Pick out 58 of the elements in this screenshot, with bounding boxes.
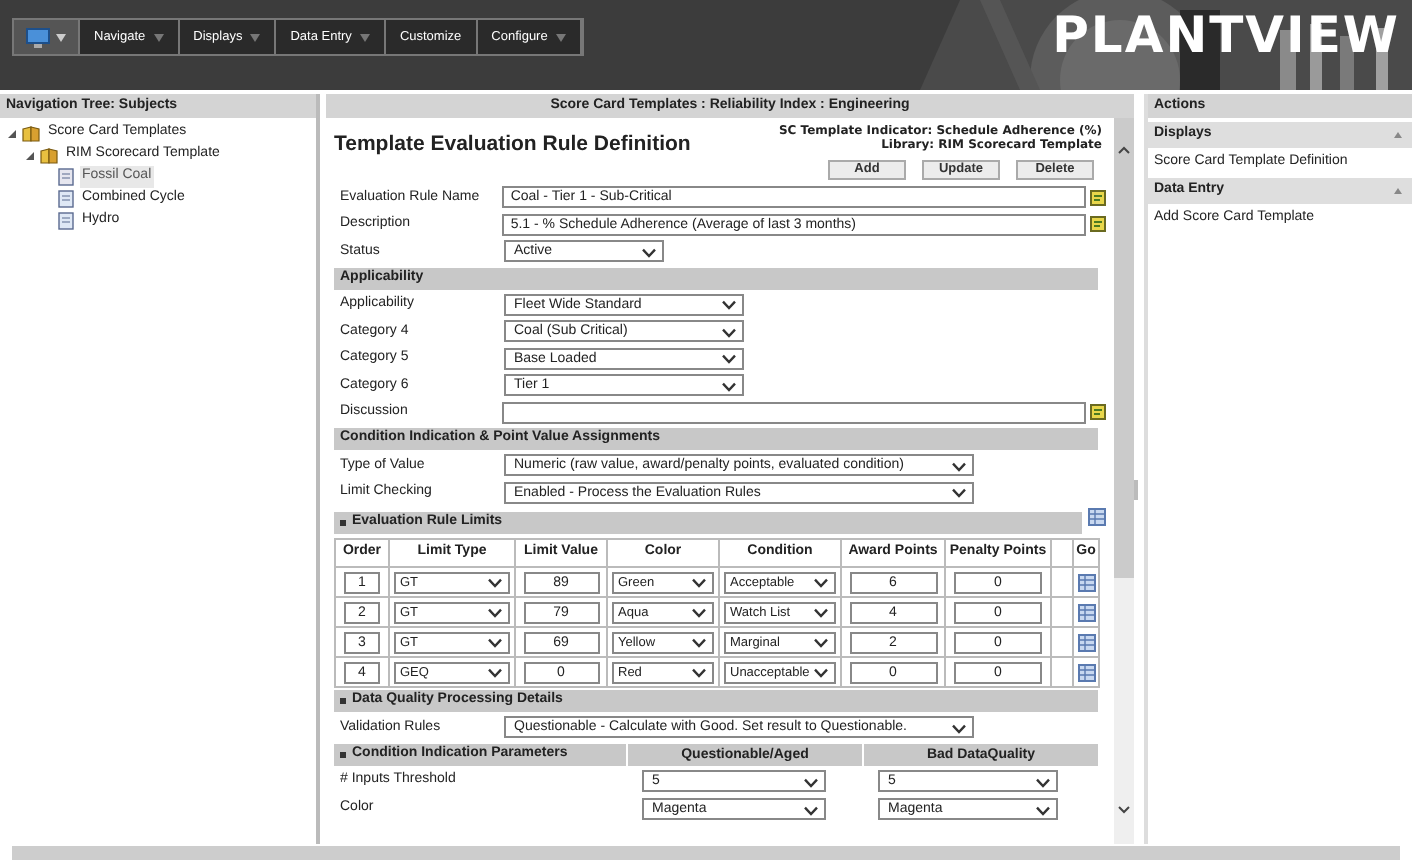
chevron-down-icon: [814, 578, 828, 588]
book-icon: [40, 147, 58, 163]
grid-icon[interactable]: [1077, 573, 1095, 591]
bullet-icon: [340, 751, 346, 757]
chevron-down-icon: [1036, 805, 1050, 815]
chevron-down-icon: [952, 461, 966, 472]
grid-icon[interactable]: [1077, 633, 1095, 651]
caret-icon: [359, 33, 370, 41]
document-icon: [58, 190, 74, 208]
note-icon[interactable]: [1090, 189, 1106, 206]
caret-icon: [555, 33, 566, 41]
note-icon[interactable]: [1090, 216, 1106, 233]
caret-icon: [153, 33, 164, 41]
chevron-down-icon: [814, 668, 828, 678]
collapse-triangle-icon: [1394, 132, 1402, 138]
chevron-down-icon: [692, 578, 706, 588]
chevron-down-icon: [804, 805, 818, 815]
grid-icon[interactable]: [1077, 663, 1095, 681]
text-field[interactable]: [502, 401, 1086, 424]
chevron-down-icon: [642, 247, 656, 258]
chevron-down-icon: [952, 723, 966, 734]
note-icon[interactable]: [1090, 404, 1106, 421]
chevron-down-icon: [722, 300, 736, 311]
chevron-down-icon: [804, 777, 818, 787]
horizontal-scrollbar[interactable]: [12, 846, 1400, 860]
document-icon: [58, 168, 74, 186]
book-icon: [22, 125, 40, 141]
chevron-down-icon: [692, 608, 706, 618]
page-title: Template Evaluation Rule Definition: [334, 130, 691, 158]
chevron-down-icon: [814, 638, 828, 648]
chevron-down-icon: [488, 578, 502, 588]
chevron-down-icon: [692, 668, 706, 678]
caret-icon: [250, 33, 261, 41]
expanded-triangle-icon[interactable]: [8, 129, 16, 137]
app-menu-button[interactable]: [14, 20, 80, 54]
scroll-down-icon[interactable]: [1118, 806, 1130, 814]
bullet-icon: [340, 698, 346, 704]
chevron-down-icon: [488, 638, 502, 648]
bullet-icon: [340, 520, 346, 526]
chevron-down-icon: [692, 638, 706, 648]
expanded-triangle-icon[interactable]: [26, 151, 34, 159]
scroll-up-icon[interactable]: [1118, 146, 1130, 154]
chevron-down-icon: [488, 608, 502, 618]
caret-icon: [56, 33, 66, 41]
chevron-down-icon: [1036, 777, 1050, 787]
vertical-scrollbar[interactable]: [1114, 118, 1134, 844]
document-icon: [58, 212, 74, 230]
grid-icon[interactable]: [1088, 508, 1106, 526]
computer-icon: [26, 27, 50, 47]
collapse-triangle-icon: [1394, 188, 1402, 194]
chevron-down-icon: [722, 354, 736, 365]
chevron-down-icon: [814, 608, 828, 618]
chevron-down-icon: [722, 381, 736, 392]
chevron-down-icon: [952, 488, 966, 499]
chevron-down-icon: [488, 668, 502, 678]
logo: PLANTVIEW: [1052, 8, 1400, 64]
grid-icon[interactable]: [1077, 603, 1095, 621]
chevron-down-icon: [722, 327, 736, 338]
